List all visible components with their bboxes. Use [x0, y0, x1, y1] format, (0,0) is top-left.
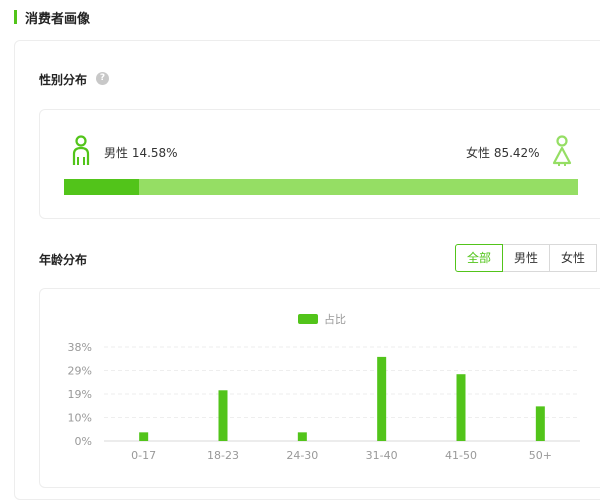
tab-all[interactable]: 全部	[455, 244, 504, 272]
male-person-icon	[72, 135, 90, 165]
bar-24-30	[297, 432, 307, 441]
section-title: 消费者画像	[25, 11, 91, 27]
male-ratio-label: 男性 14.58%	[104, 146, 178, 160]
tab-male[interactable]: 男性	[502, 244, 551, 272]
bar-18-23	[218, 390, 228, 441]
bar-50+	[535, 406, 545, 441]
female-ratio-label: 女性 85.42%	[466, 146, 540, 160]
age-filter-tabs: 全部 男性 女性	[455, 244, 598, 272]
gender-distribution-card	[39, 109, 600, 219]
bar-0-17	[139, 432, 149, 441]
y-tick-label: 19%	[68, 388, 92, 401]
age-distribution-chart: 占比 0% 10% 19% 29% 38% 0-17 18-23 24-30 31-40 41-50…	[68, 312, 580, 462]
legend-swatch	[298, 314, 318, 324]
question-circle-icon[interactable]: ?	[96, 72, 109, 85]
tab-female[interactable]: 女性	[549, 244, 598, 272]
y-tick-label: 29%	[68, 365, 92, 378]
bar-41-50	[456, 374, 466, 441]
y-tick-label: 0%	[75, 435, 92, 448]
male-ratio-fill	[64, 179, 139, 195]
gender-distribution-title: 性别分布	[39, 73, 88, 87]
x-tick-label: 50+	[529, 449, 552, 462]
section-header: 消费者画像	[14, 8, 91, 27]
x-tick-label: 31-40	[366, 449, 398, 462]
age-chart-card: 占比 0% 10% 19% 29% 38% 0-17 18-23 24-30 31-40 41-50…	[39, 288, 600, 488]
female-person-icon	[552, 135, 572, 166]
age-distribution-title: 年龄分布	[39, 253, 88, 267]
x-tick-label: 41-50	[445, 449, 477, 462]
bar-31-40	[377, 356, 387, 441]
x-tick-label: 24-30	[286, 449, 318, 462]
y-tick-label: 38%	[68, 341, 92, 354]
y-tick-label: 10%	[68, 412, 92, 425]
x-tick-label: 0-17	[131, 449, 156, 462]
x-tick-label: 18-23	[207, 449, 239, 462]
legend-label: 占比	[324, 312, 346, 326]
gender-ratio-bar	[64, 179, 578, 195]
accent-bar	[14, 10, 17, 24]
